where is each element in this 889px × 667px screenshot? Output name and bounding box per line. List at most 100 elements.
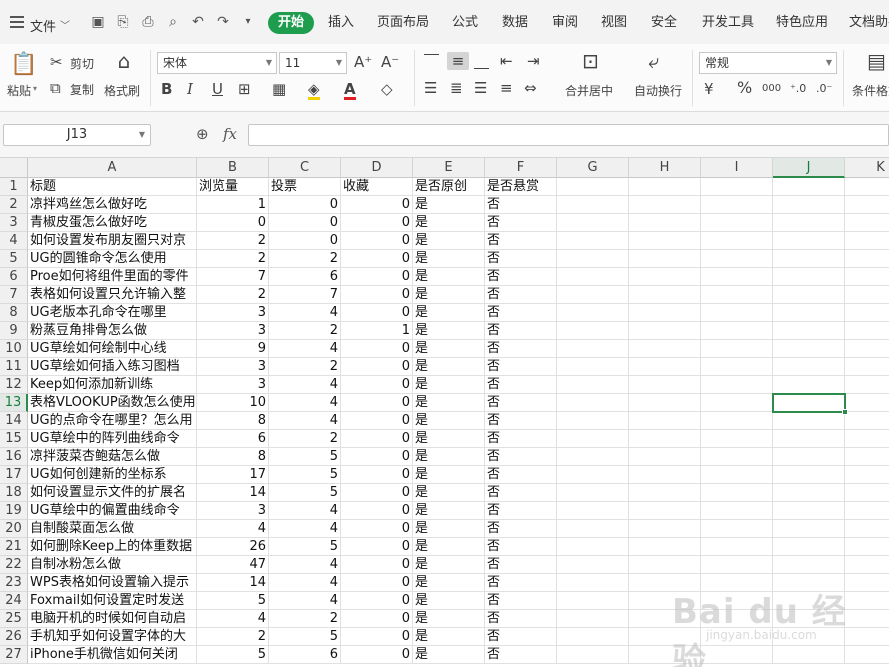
row-header[interactable]: 2 <box>0 196 28 214</box>
cell-c8[interactable]: 4 <box>269 304 341 322</box>
cell-c9[interactable]: 2 <box>269 322 341 340</box>
cell-b4[interactable]: 2 <box>197 232 269 250</box>
cell-i12[interactable] <box>701 376 773 394</box>
cell-f9[interactable]: 否 <box>485 322 557 340</box>
cell-d26[interactable]: 0 <box>341 628 413 646</box>
cell-i18[interactable] <box>701 484 773 502</box>
row-header[interactable]: 8 <box>0 304 28 322</box>
cell-h22[interactable] <box>629 556 701 574</box>
row-header[interactable]: 21 <box>0 538 28 556</box>
cell-f27[interactable]: 否 <box>485 646 557 664</box>
cell-i8[interactable] <box>701 304 773 322</box>
cell-a27[interactable]: iPhone手机微信如何关闭 <box>28 646 197 664</box>
print-preview-icon[interactable]: ⌕ <box>165 14 181 30</box>
cell-e9[interactable]: 是 <box>413 322 485 340</box>
column-header-j[interactable]: J <box>773 158 845 178</box>
cell-d7[interactable]: 0 <box>341 286 413 304</box>
cell-i7[interactable] <box>701 286 773 304</box>
cell-d27[interactable]: 0 <box>341 646 413 664</box>
cell-i14[interactable] <box>701 412 773 430</box>
cell-i20[interactable] <box>701 520 773 538</box>
cell-d23[interactable]: 0 <box>341 574 413 592</box>
cell-d6[interactable]: 0 <box>341 268 413 286</box>
cell-b3[interactable]: 0 <box>197 214 269 232</box>
cell-b23[interactable]: 14 <box>197 574 269 592</box>
cell-g11[interactable] <box>557 358 629 376</box>
undo-icon[interactable]: ↶ <box>190 14 206 30</box>
justify-icon[interactable]: ≡ <box>500 79 513 97</box>
font-name-select[interactable]: 宋体 ▼ <box>157 52 277 74</box>
cell-e17[interactable]: 是 <box>413 466 485 484</box>
cell-j18[interactable] <box>773 484 845 502</box>
formula-input[interactable] <box>248 124 889 146</box>
cell-a1[interactable]: 标题 <box>28 178 197 196</box>
cell-e22[interactable]: 是 <box>413 556 485 574</box>
number-format-select[interactable]: 常规 ▼ <box>699 52 837 74</box>
cell-d9[interactable]: 1 <box>341 322 413 340</box>
cell-g4[interactable] <box>557 232 629 250</box>
cell-c11[interactable]: 2 <box>269 358 341 376</box>
cell-h17[interactable] <box>629 466 701 484</box>
cell-a16[interactable]: 凉拌菠菜杏鲍菇怎么做 <box>28 448 197 466</box>
cell-d17[interactable]: 0 <box>341 466 413 484</box>
align-right-icon[interactable]: ☰ <box>474 79 487 97</box>
cell-k8[interactable] <box>845 304 889 322</box>
font-color-icon[interactable]: A <box>344 80 356 100</box>
cell-k12[interactable] <box>845 376 889 394</box>
cell-a3[interactable]: 青椒皮蛋怎么做好吃 <box>28 214 197 232</box>
cell-b7[interactable]: 2 <box>197 286 269 304</box>
indent-increase-icon[interactable]: ⇥ <box>527 52 540 70</box>
cell-a22[interactable]: 自制冰粉怎么做 <box>28 556 197 574</box>
cell-e27[interactable]: 是 <box>413 646 485 664</box>
cell-b20[interactable]: 4 <box>197 520 269 538</box>
increase-font-icon[interactable]: A⁺ <box>354 53 372 71</box>
align-center-icon[interactable]: ≣ <box>450 79 463 97</box>
cell-a8[interactable]: UG老版本孔命令在哪里 <box>28 304 197 322</box>
row-header[interactable]: 10 <box>0 340 28 358</box>
cell-b21[interactable]: 26 <box>197 538 269 556</box>
cell-i16[interactable] <box>701 448 773 466</box>
cell-f7[interactable]: 否 <box>485 286 557 304</box>
cell-f26[interactable]: 否 <box>485 628 557 646</box>
tab-review[interactable]: 审阅 <box>552 12 578 34</box>
cell-h14[interactable] <box>629 412 701 430</box>
cell-c27[interactable]: 6 <box>269 646 341 664</box>
column-header-g[interactable]: G <box>557 158 629 178</box>
merge-center-icon[interactable]: ⊡ <box>582 51 599 71</box>
cell-c18[interactable]: 5 <box>269 484 341 502</box>
cell-e3[interactable]: 是 <box>413 214 485 232</box>
cell-i1[interactable] <box>701 178 773 196</box>
increase-decimal-icon[interactable]: ⁺.0 <box>790 80 806 98</box>
more-chevron-icon[interactable]: ▾ <box>240 14 256 30</box>
tab-security[interactable]: 安全 <box>651 12 677 34</box>
row-header[interactable]: 15 <box>0 430 28 448</box>
cell-e21[interactable]: 是 <box>413 538 485 556</box>
cell-f23[interactable]: 否 <box>485 574 557 592</box>
cell-e5[interactable]: 是 <box>413 250 485 268</box>
format-painter-button[interactable]: 格式刷 <box>104 82 140 99</box>
cell-k16[interactable] <box>845 448 889 466</box>
cell-d11[interactable]: 0 <box>341 358 413 376</box>
cell-i6[interactable] <box>701 268 773 286</box>
cell-f5[interactable]: 否 <box>485 250 557 268</box>
row-header[interactable]: 9 <box>0 322 28 340</box>
cell-j17[interactable] <box>773 466 845 484</box>
cell-k19[interactable] <box>845 502 889 520</box>
column-header-f[interactable]: F <box>485 158 557 178</box>
column-header-k[interactable]: K <box>845 158 889 178</box>
row-header[interactable]: 5 <box>0 250 28 268</box>
clear-format-icon[interactable]: ◇ <box>381 80 393 98</box>
underline-button[interactable]: U <box>212 80 223 98</box>
cell-g22[interactable] <box>557 556 629 574</box>
cell-g3[interactable] <box>557 214 629 232</box>
cell-g8[interactable] <box>557 304 629 322</box>
cell-h10[interactable] <box>629 340 701 358</box>
cell-b12[interactable]: 3 <box>197 376 269 394</box>
column-header-a[interactable]: A <box>28 158 197 178</box>
cell-b27[interactable]: 5 <box>197 646 269 664</box>
cell-e6[interactable]: 是 <box>413 268 485 286</box>
cell-d10[interactable]: 0 <box>341 340 413 358</box>
cell-a6[interactable]: Proe如何将组件里面的零件 <box>28 268 197 286</box>
row-header[interactable]: 14 <box>0 412 28 430</box>
cell-c25[interactable]: 2 <box>269 610 341 628</box>
